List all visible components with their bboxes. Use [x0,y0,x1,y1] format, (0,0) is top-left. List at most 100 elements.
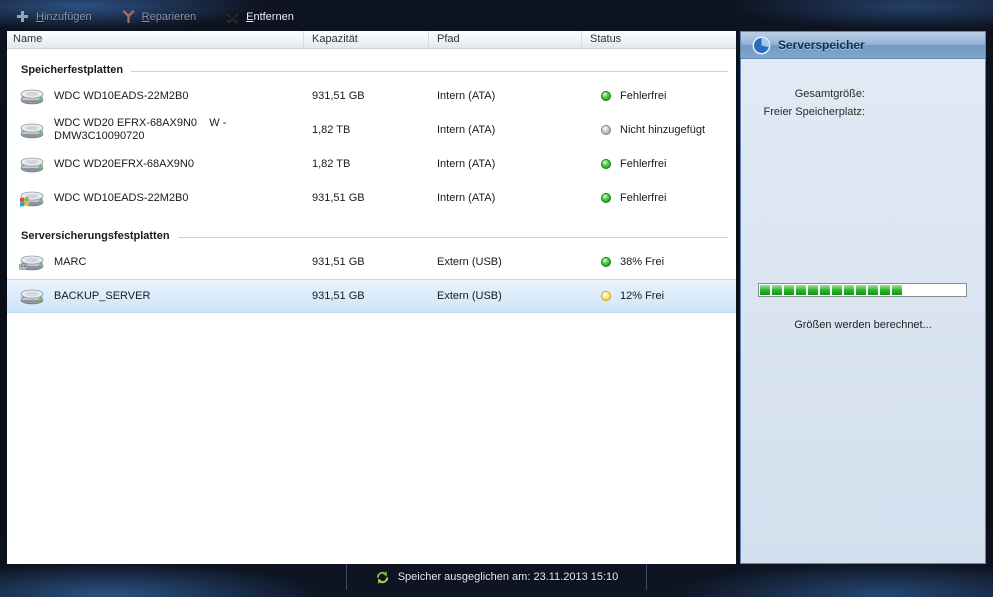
remove-button[interactable]: Entfernen [226,10,294,23]
cell-name: WDC WD20 EFRX-68AX9N0 W - DMW3C10090720 [7,117,304,143]
table-row[interactable]: WDC WD10EADS-22M2B0931,51 GBIntern (ATA)… [7,79,736,113]
progress-segment [844,285,854,295]
drives-table: Name Kapazität Pfad Status Speicherfestp… [7,31,736,564]
table-row[interactable]: WDC WD10EADS-22M2B0 931,51 GBIntern (ATA)… [7,181,736,215]
progress-segment [820,285,830,295]
status-orb [601,91,611,101]
hdd-icon [19,87,45,105]
status-message-box: Speicher ausgeglichen am: 23.11.2013 15:… [346,564,648,590]
server-storage-window: Hinzufügen Reparieren Entfernen Name Kap… [0,0,993,597]
cell-status: Nicht hinzugefügt [582,124,736,136]
add-button[interactable]: Hinzufügen [16,10,92,23]
panel-header: Serverspeicher [741,32,985,59]
total-size-label: Gesamtgröße: [741,85,865,103]
progress-segment [832,285,842,295]
hdd-icon [19,121,45,139]
drive-name: MARC [54,256,86,269]
cell-name: WDC WD10EADS-22M2B0 [7,189,304,207]
cell-status: Fehlerfrei [582,192,736,204]
table-row[interactable]: WDC WD20EFRX-68AX9N0 1,82 TBIntern (ATA) F… [7,147,736,181]
cell-path: Extern (USB) [429,256,582,268]
status-orb [601,291,611,301]
status-orb [601,257,611,267]
cell-path: Extern (USB) [429,290,582,302]
cell-path: Intern (ATA) [429,124,582,136]
status-label: Fehlerfrei [620,158,666,170]
progress-segment [892,285,902,295]
serverspeicher-panel: Serverspeicher Gesamtgröße: Freier Speic… [740,31,986,564]
cell-capacity: 1,82 TB [304,158,429,170]
progress-segment [796,285,806,295]
cell-capacity: 1,82 TB [304,124,429,136]
remove-icon [226,10,239,23]
free-space-label: Freier Speicherplatz: [741,103,865,121]
table-row[interactable]: BACKUP_SERVER 931,51 GBExtern (USB) 12% Fr… [7,279,736,313]
size-labels: Gesamtgröße: Freier Speicherplatz: [741,85,865,121]
cell-status: Fehlerfrei [582,90,736,102]
pie-chart-icon [752,36,771,55]
hdd-usb-icon [19,253,45,271]
hdd-icon [19,287,45,305]
cell-capacity: 931,51 GB [304,192,429,204]
toolbar: Hinzufügen Reparieren Entfernen [0,3,993,30]
section-divider [178,237,728,238]
progress-segment [808,285,818,295]
table-row[interactable]: MARC 931,51 GBExtern (USB) 38% Frei [7,245,736,279]
cell-status: Fehlerfrei [582,158,736,170]
repair-icon [122,10,135,23]
calculating-text: Größen werden berechnet... [741,319,985,331]
table-row[interactable]: WDC WD20 EFRX-68AX9N0 W - DMW3C10090720 1… [7,113,736,147]
repair-button-label: Reparieren [142,11,196,23]
status-orb [601,125,611,135]
column-header-status[interactable]: Status [582,31,736,48]
status-label: Fehlerfrei [620,192,666,204]
section-header: Serversicherungsfestplatten [7,215,736,245]
section-header: Speicherfestplatten [7,49,736,79]
table-body: Speicherfestplatten WDC WD10EADS-22M2B0 93… [7,49,736,564]
cell-status: 12% Frei [582,290,736,302]
panel-body: Gesamtgröße: Freier Speicherplatz: Größe… [741,59,985,563]
add-button-label: Hinzufügen [36,11,92,23]
column-header-capacity[interactable]: Kapazität [304,31,429,48]
status-orb [601,159,611,169]
cell-name: WDC WD20EFRX-68AX9N0 [7,155,304,173]
cell-status: 38% Frei [582,256,736,268]
status-orb [601,193,611,203]
remove-button-label: Entfernen [246,11,294,23]
cell-name: BACKUP_SERVER [7,287,304,305]
status-label: 38% Frei [620,256,664,268]
progress-segment [856,285,866,295]
status-label: Fehlerfrei [620,90,666,102]
column-header-path[interactable]: Pfad [429,31,582,48]
progress-segment [772,285,782,295]
storage-progress-bar [758,283,967,297]
cell-name: MARC [7,253,304,271]
balance-icon [375,570,390,585]
table-header: Name Kapazität Pfad Status [7,31,736,49]
cell-path: Intern (ATA) [429,192,582,204]
main-area: Name Kapazität Pfad Status Speicherfestp… [7,31,986,564]
plus-icon [16,10,29,23]
cell-path: Intern (ATA) [429,158,582,170]
drive-name: WDC WD20 EFRX-68AX9N0 W - DMW3C10090720 [54,117,226,143]
drive-name: WDC WD10EADS-22M2B0 [54,192,188,205]
section-divider [131,71,728,72]
repair-button[interactable]: Reparieren [122,10,196,23]
status-label: 12% Frei [620,290,664,302]
status-label: Nicht hinzugefügt [620,124,705,136]
hdd-icon [19,155,45,173]
progress-segment [784,285,794,295]
cell-capacity: 931,51 GB [304,290,429,302]
drive-name: WDC WD20EFRX-68AX9N0 [54,158,194,171]
status-text: Speicher ausgeglichen am: 23.11.2013 15:… [398,571,619,583]
panel-title: Serverspeicher [778,38,865,52]
cell-path: Intern (ATA) [429,90,582,102]
cell-name: WDC WD10EADS-22M2B0 [7,87,304,105]
cell-capacity: 931,51 GB [304,256,429,268]
hdd-system-icon [19,189,45,207]
section-title: Serversicherungsfestplatten [21,230,170,242]
column-header-name[interactable]: Name [7,31,304,48]
progress-segment [880,285,890,295]
drive-name: BACKUP_SERVER [54,290,150,303]
status-bar: Speicher ausgeglichen am: 23.11.2013 15:… [7,564,986,590]
